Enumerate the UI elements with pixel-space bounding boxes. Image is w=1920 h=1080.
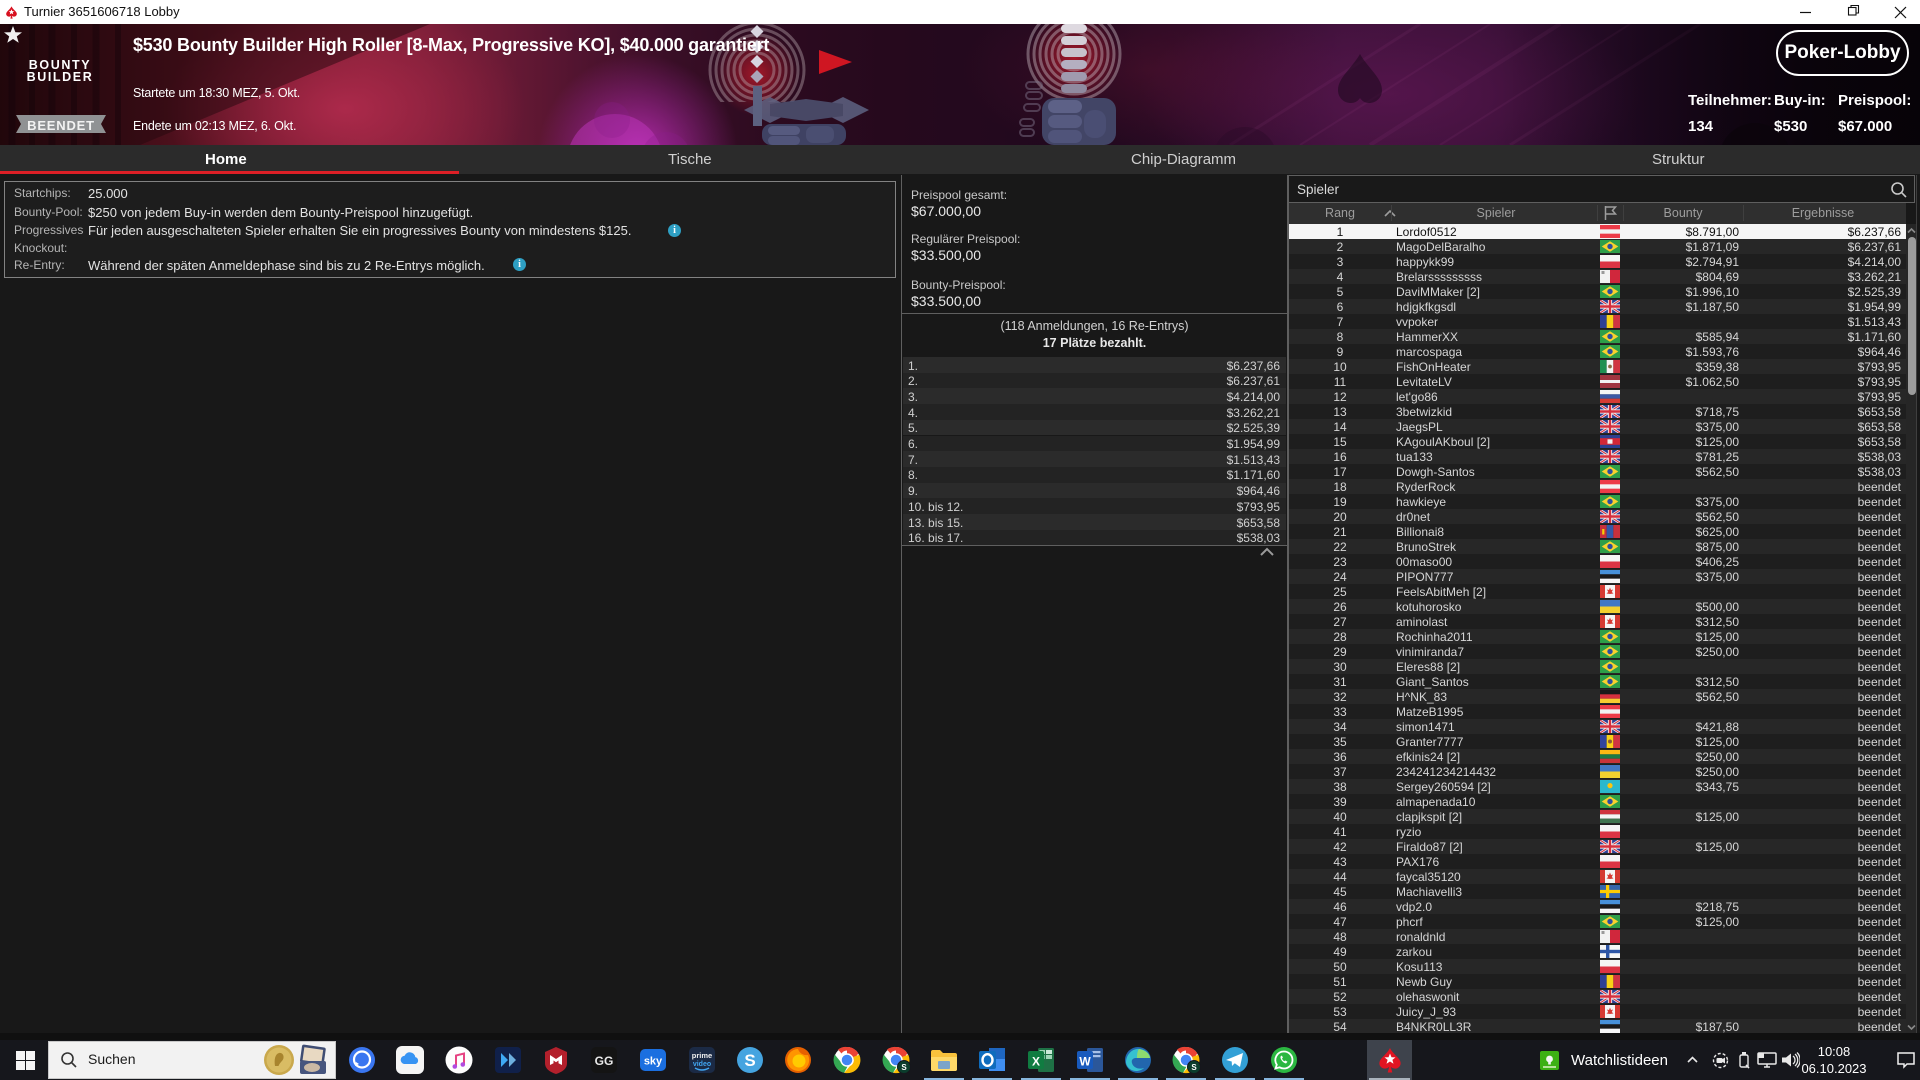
svg-text:prime: prime [692, 1051, 712, 1060]
svg-text:X: X [1032, 1055, 1040, 1069]
svg-text:S: S [744, 1051, 755, 1070]
svg-text:sky: sky [644, 1056, 663, 1068]
svg-text:S: S [1191, 1063, 1197, 1072]
svg-text:S: S [901, 1063, 907, 1072]
svg-text:video: video [693, 1061, 711, 1068]
svg-text:W: W [1079, 1055, 1091, 1069]
svg-text:GG: GG [595, 1054, 614, 1068]
